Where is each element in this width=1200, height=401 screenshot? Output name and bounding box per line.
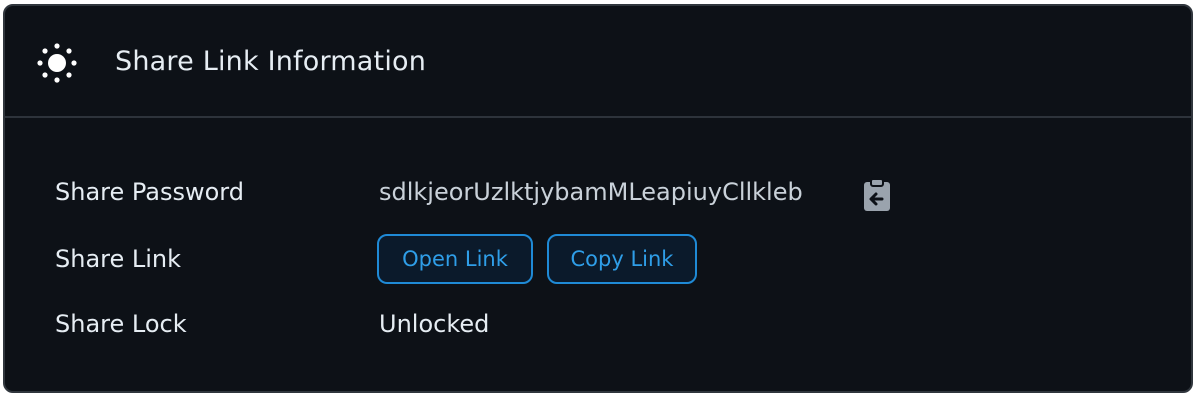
card-title: Share Link Information xyxy=(115,46,427,77)
open-link-button[interactable]: Open Link xyxy=(377,234,533,284)
share-lock-label: Share Lock xyxy=(55,310,187,338)
share-password-label: Share Password xyxy=(55,178,244,206)
share-password-value: sdlkjeorUzlktjybamMLeapiuyCllkleb xyxy=(379,178,803,206)
share-link-label: Share Link xyxy=(55,245,182,273)
share-link-row: Share Link Open Link Copy Link xyxy=(5,234,1191,284)
share-lock-value: Unlocked xyxy=(379,310,490,338)
sun-icon xyxy=(35,41,79,85)
share-password-row: Share Password sdlkjeorUzlktjybamMLeapiu… xyxy=(5,174,1191,224)
clipboard-copy-icon[interactable] xyxy=(863,178,891,212)
card-header: Share Link Information xyxy=(5,6,1191,118)
copy-link-button[interactable]: Copy Link xyxy=(547,234,697,284)
share-link-card: Share Link Information Share Password sd… xyxy=(3,4,1193,393)
share-lock-row: Share Lock Unlocked xyxy=(5,308,1191,358)
